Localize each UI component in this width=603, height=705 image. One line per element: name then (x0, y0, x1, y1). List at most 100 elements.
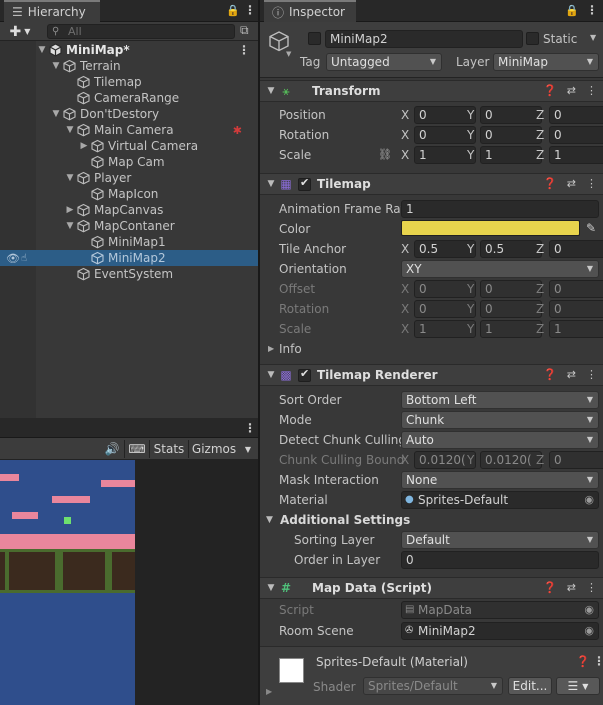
position-field-y[interactable]: 0 (480, 106, 542, 124)
hierarchy-row[interactable]: ▶ MapCanvas (36, 202, 258, 218)
hierarchy-row[interactable]: ▼ MapContaner (36, 218, 258, 234)
mapdata-header[interactable]: ▼ # Map Data (Script) ❓ ⇄ ⋮ (260, 577, 603, 599)
presets-icon[interactable]: ⇄ (567, 177, 576, 190)
gizmos-button[interactable]: Gizmos (189, 440, 239, 458)
audio-toggle-button[interactable]: 🔊 (100, 440, 124, 458)
stats-button[interactable]: Stats (150, 440, 188, 458)
expand-arrow-icon[interactable]: ▼ (50, 109, 62, 119)
edit-shader-button[interactable]: Edit... (508, 677, 552, 695)
more-options-icon[interactable]: ⋮ (593, 654, 603, 668)
presets-icon[interactable]: ⇄ (567, 581, 576, 594)
static-dropdown[interactable]: ▼ (590, 33, 596, 42)
hierarchy-row[interactable]: MapIcon (36, 186, 258, 202)
hierarchy-row[interactable]: ▶ Virtual Camera (36, 138, 258, 154)
hierarchy-row[interactable]: ▼ MiniMap* ⋮ (36, 42, 258, 58)
tilemap-header[interactable]: ▼ ▦ Tilemap ❓ ⇄ ⋮ (260, 173, 603, 195)
room-scene-field[interactable]: ✇ MiniMap2 ◉ (401, 622, 599, 640)
visibility-eye-icon[interactable]: 👁 (6, 252, 20, 265)
help-icon[interactable]: ❓ (576, 655, 590, 668)
gizmos-dropdown[interactable]: ▼ (240, 440, 256, 458)
game-canvas[interactable] (0, 460, 258, 705)
help-icon[interactable]: ❓ (543, 84, 557, 97)
active-checkbox[interactable] (308, 32, 321, 45)
more-options-icon[interactable]: ⋮ (586, 84, 597, 97)
scale-field-z[interactable]: 1 (549, 146, 603, 164)
info-foldout[interactable]: Info (279, 342, 302, 356)
more-options-icon[interactable]: ⋮ (244, 421, 256, 435)
help-icon[interactable]: ❓ (543, 368, 557, 381)
renderer-enabled-checkbox[interactable] (298, 367, 311, 382)
collapse-arrow-icon[interactable]: ▶ (78, 141, 90, 151)
tag-dropdown[interactable]: Untagged (326, 53, 442, 71)
rotation-field-z[interactable]: 0 (549, 126, 603, 144)
presets-icon[interactable]: ⇄ (567, 368, 576, 381)
expand-arrow-icon[interactable]: ▼ (64, 125, 76, 135)
fold-arrow-icon[interactable]: ▼ (260, 370, 278, 380)
tab-hierarchy[interactable]: ☰ Hierarchy (4, 0, 100, 22)
fold-arrow-icon[interactable]: ▶ (268, 344, 274, 353)
hierarchy-row[interactable]: EventSystem (36, 266, 258, 282)
constrain-scale-icon[interactable]: ⛓ (378, 148, 392, 161)
sort-order-dropdown[interactable]: Bottom Left (401, 391, 599, 409)
tab-inspector[interactable]: ⓘ Inspector (264, 0, 356, 22)
pickable-hand-icon[interactable]: ☝ (21, 253, 27, 264)
expand-arrow-icon[interactable]: ▼ (36, 45, 48, 55)
fold-arrow-icon[interactable]: ▼ (266, 515, 273, 525)
hierarchy-row[interactable]: ▼ Main Camera ✱ (36, 122, 258, 138)
tile-anchor-field-z[interactable]: 0 (549, 240, 603, 258)
position-field-z[interactable]: 0 (549, 106, 603, 124)
mode-dropdown[interactable]: Chunk (401, 411, 599, 429)
fold-arrow-icon[interactable]: ▼ (260, 583, 278, 593)
color-swatch[interactable] (401, 220, 580, 236)
search-input[interactable]: ⚲ All (47, 24, 235, 39)
order-in-layer-field[interactable]: 0 (401, 551, 599, 569)
orientation-dropdown[interactable]: XY (401, 260, 599, 278)
fold-arrow-icon[interactable]: ▼ (260, 86, 278, 96)
collapse-arrow-icon[interactable]: ▶ (64, 205, 76, 215)
rotation-field-y[interactable]: 0 (480, 126, 542, 144)
hierarchy-row[interactable]: ▼ Player (36, 170, 258, 186)
object-name-field[interactable]: MiniMap2 (325, 30, 523, 48)
hierarchy-row[interactable]: ▼ Terrain (36, 58, 258, 74)
more-options-icon[interactable]: ⋮ (586, 3, 598, 17)
shader-menu-button[interactable]: ☰ ▼ (556, 677, 600, 695)
chevron-down-icon[interactable]: ▼ (286, 50, 291, 58)
lock-icon[interactable]: 🔒 (226, 4, 240, 17)
hierarchy-row[interactable]: MiniMap2 👁 ☝ (0, 250, 258, 266)
additional-settings-label[interactable]: Additional Settings (280, 513, 410, 527)
static-checkbox[interactable] (526, 32, 539, 45)
eyedropper-icon[interactable]: ✎ (586, 221, 596, 235)
lock-icon[interactable]: 🔒 (565, 4, 579, 17)
scene-filter-icon[interactable]: ⧉ (240, 23, 249, 38)
scale-field-y[interactable]: 1 (480, 146, 542, 164)
hierarchy-row[interactable]: CameraRange (36, 90, 258, 106)
fold-arrow-icon[interactable]: ▼ (260, 179, 278, 189)
hierarchy-row[interactable]: ▼ Don'tDestory (36, 106, 258, 122)
more-options-icon[interactable]: ⋮ (586, 177, 597, 190)
fold-arrow-icon[interactable]: ▶ (266, 687, 272, 696)
mask-interaction-dropdown[interactable]: None (401, 471, 599, 489)
tile-anchor-field-y[interactable]: 0.5 (480, 240, 542, 258)
shader-dropdown[interactable]: Sprites/Default (363, 677, 503, 695)
hierarchy-row[interactable]: Tilemap (36, 74, 258, 90)
hierarchy-row[interactable]: MiniMap1 (36, 234, 258, 250)
tilemap-renderer-header[interactable]: ▼ ▩ Tilemap Renderer ❓ ⇄ ⋮ (260, 364, 603, 386)
sorting-layer-dropdown[interactable]: Default (401, 531, 599, 549)
expand-arrow-icon[interactable]: ▼ (50, 61, 62, 71)
help-icon[interactable]: ❓ (543, 581, 557, 594)
object-picker-icon[interactable]: ◉ (584, 623, 594, 639)
transform-header[interactable]: ▼ ⚹ Transform ❓ ⇄ ⋮ (260, 80, 603, 102)
shortcuts-button[interactable]: ⌨ (125, 440, 149, 458)
more-options-icon[interactable]: ⋮ (244, 3, 256, 17)
more-options-icon[interactable]: ⋮ (586, 581, 597, 594)
help-icon[interactable]: ❓ (543, 177, 557, 190)
expand-arrow-icon[interactable]: ▼ (64, 221, 76, 231)
detect-chunk-culling-dropdown[interactable]: Auto (401, 431, 599, 449)
layer-dropdown[interactable]: MiniMap (493, 53, 599, 71)
material-field[interactable]: ● Sprites-Default ◉ (401, 491, 599, 509)
object-picker-icon[interactable]: ◉ (584, 492, 594, 508)
more-options-icon[interactable]: ⋮ (586, 368, 597, 381)
expand-arrow-icon[interactable]: ▼ (64, 173, 76, 183)
more-options-icon[interactable]: ⋮ (238, 43, 250, 57)
create-button[interactable]: ✚ ▼ (4, 23, 36, 40)
